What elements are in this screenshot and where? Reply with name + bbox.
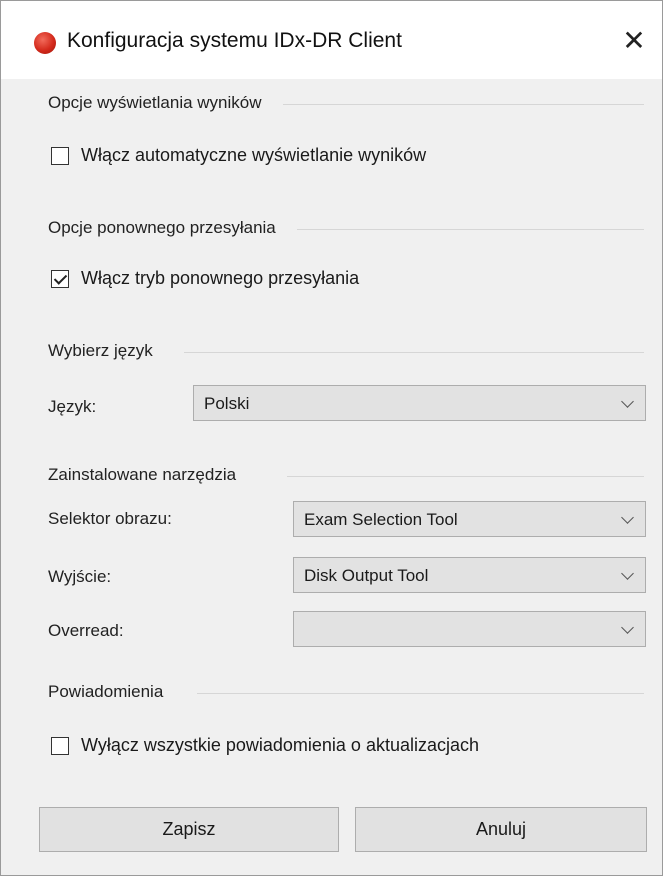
config-dialog: Konfiguracja systemu IDx-DR Client ✕ Opc… xyxy=(0,0,663,876)
auto-display-label: Włącz automatyczne wyświetlanie wyników xyxy=(81,145,427,165)
language-select[interactable]: Polski xyxy=(193,385,646,421)
language-select-value: Polski xyxy=(204,394,250,413)
overread-label: Overread: xyxy=(48,621,124,640)
chevron-down-icon xyxy=(621,621,634,634)
section-divider xyxy=(287,476,644,477)
overread-select[interactable] xyxy=(293,611,646,647)
app-logo-icon xyxy=(34,32,56,54)
chevron-down-icon xyxy=(621,511,634,524)
installed-tools-heading: Zainstalowane narzędzia xyxy=(48,465,237,484)
language-heading: Wybierz język xyxy=(48,341,153,360)
window-title: Konfiguracja systemu IDx-DR Client xyxy=(67,29,402,52)
notifications-heading: Powiadomienia xyxy=(48,682,164,701)
auto-display-checkbox[interactable] xyxy=(51,146,69,165)
output-select-value: Disk Output Tool xyxy=(304,566,429,585)
resend-heading: Opcje ponownego przesyłania xyxy=(48,218,276,237)
output-select[interactable]: Disk Output Tool xyxy=(293,557,646,593)
disable-updates-option[interactable]: Wyłącz wszystkie powiadomienia o aktuali… xyxy=(51,735,479,756)
language-field-label: Język: xyxy=(48,397,97,416)
image-selector-label: Selektor obrazu: xyxy=(48,509,172,528)
section-divider xyxy=(197,693,644,694)
disable-updates-label: Wyłącz wszystkie powiadomienia o aktuali… xyxy=(81,735,480,755)
chevron-down-icon xyxy=(621,567,634,580)
resend-mode-option[interactable]: Włącz tryb ponownego przesyłania xyxy=(51,268,359,289)
disable-updates-checkbox[interactable] xyxy=(51,736,69,755)
close-button[interactable]: ✕ xyxy=(616,23,652,59)
image-selector-value: Exam Selection Tool xyxy=(304,510,458,529)
chevron-down-icon xyxy=(621,395,634,408)
resend-mode-label: Włącz tryb ponownego przesyłania xyxy=(81,268,360,288)
save-button[interactable]: Zapisz xyxy=(39,807,339,852)
resend-mode-checkbox[interactable] xyxy=(51,269,69,288)
auto-display-option[interactable]: Włącz automatyczne wyświetlanie wyników xyxy=(51,145,426,166)
section-divider xyxy=(283,104,644,105)
title-bar: Konfiguracja systemu IDx-DR Client ✕ xyxy=(1,1,662,79)
section-divider xyxy=(184,352,644,353)
section-divider xyxy=(297,229,644,230)
cancel-button[interactable]: Anuluj xyxy=(355,807,647,852)
output-label: Wyjście: xyxy=(48,567,112,586)
results-display-heading: Opcje wyświetlania wyników xyxy=(48,93,262,112)
image-selector-select[interactable]: Exam Selection Tool xyxy=(293,501,646,537)
